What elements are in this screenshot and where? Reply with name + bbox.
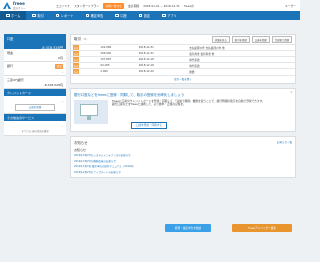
type-tag: 支出 — [72, 45, 80, 50]
promo-card: × 銀行口座などをfreeeに登録・同期して、取引の登録を効率化しましょう fr… — [70, 87, 296, 132]
company-name[interactable]: エコノミナ — [56, 4, 70, 8]
transactions-more-link[interactable]: 取引一覧を開く — [71, 74, 295, 83]
user-menu[interactable]: ユーザー — [285, 4, 300, 8]
mufg-value: -8,318,528円 — [43, 82, 63, 87]
transactions-title: 取引 — [74, 37, 82, 41]
other-body: - すべての口座の残高を確認 — [4, 121, 66, 136]
contact-badge[interactable]: お問い合わせ — [103, 2, 124, 9]
transactions-count: 15 — [83, 38, 87, 41]
fiscal-period[interactable]: 2018-01-01 ~ 2018-12-31 — [143, 4, 180, 8]
advisor-search-button[interactable]: freeeアドバイザー検索 — [232, 224, 292, 232]
credit-card-body: - 口座を登録 — [4, 96, 66, 114]
mufg-label: 三菱UFJ銀行 — [7, 77, 24, 82]
news-item[interactable]: 2019年3月27日 機能改善のお知らせ — [74, 159, 292, 163]
nav-tax[interactable]: 確定申告 — [80, 11, 110, 20]
logo-icon — [3, 2, 11, 9]
fiscal-label: 会計期間 — [127, 3, 140, 8]
top-bar: freee 会計フリー エコノミナ スタンダードプラン お問い合わせ 会計期間 … — [0, 0, 300, 11]
transactions-tools: 詳細を見る 取引を登録 口座を登録 仕訳帳で登録 — [211, 35, 292, 44]
register-sync-button[interactable]: 口座を登録・同期する — [131, 121, 167, 130]
nav-accounts-label: 口座 — [120, 14, 127, 18]
bank-icon — [115, 13, 119, 18]
news-card: お知らせ お知らせ一覧 お知らせ 2019年3月27日 システムメンテナンスのお… — [70, 135, 296, 178]
type-tag: 支出 — [72, 63, 80, 68]
bank-add-tag[interactable]: 追加 — [55, 63, 63, 69]
type-tag: 支出 — [72, 51, 80, 56]
register-account-button[interactable]: 口座を登録 — [251, 35, 270, 44]
plan-name[interactable]: スタンダードプラン — [74, 4, 99, 8]
close-icon[interactable]: × — [290, 90, 293, 94]
accounts-label: 口座 — [7, 37, 14, 41]
nav-home[interactable]: ホーム — [0, 11, 27, 20]
bank-label: 銀行 — [7, 63, 14, 68]
nav-apps-label: アプリ — [167, 14, 177, 18]
news-subtitle: お知らせ — [74, 147, 86, 152]
document-icon — [85, 13, 90, 18]
transactions-card: 取引 15 詳細を見る 取引を登録 口座を登録 仕訳帳で登録 支出 102,98… — [70, 34, 296, 84]
promo-body-text-2: 銀行口座などをfreeeと連携して、より簡単・正確な記帳を。 — [112, 102, 186, 107]
gear-icon — [138, 13, 143, 18]
consult-button[interactable]: 経理・確定申告を相談 — [165, 224, 211, 232]
account-sidebar: 口座 -8,318,528円 現金 0円 銀行 追加 - 三菱UFJ銀行 -8,3… — [4, 34, 66, 136]
main-content: 取引 15 詳細を見る 取引を登録 口座を登録 仕訳帳で登録 支出 102,98… — [70, 34, 296, 178]
promo-title: 銀行口座などをfreeeに登録・同期して、取引の登録を効率化しましょう — [74, 92, 185, 97]
nav-reports-label: レポート — [60, 14, 74, 18]
transactions-header: 取引 15 詳細を見る 取引を登録 口座を登録 仕訳帳で登録 — [71, 35, 295, 44]
nav-home-label: ホーム — [11, 14, 21, 18]
news-item[interactable]: 2019年3月27日 システムメンテナンスのお知らせ — [74, 153, 292, 157]
nav-apps[interactable]: アプリ — [156, 11, 183, 20]
news-item[interactable]: 2019年2月27日 アップデートのお知らせ — [74, 170, 292, 174]
account-credit-card[interactable]: クレジットカード — [4, 89, 66, 96]
logo-subtitle: 会計フリー — [13, 6, 26, 10]
news-title: お知らせ — [74, 140, 88, 145]
nav-settings-label: 設定 — [143, 14, 151, 18]
computer-illustration-icon — [74, 99, 108, 124]
list-icon — [32, 13, 36, 18]
nav-settings[interactable]: 設定 — [133, 11, 156, 20]
logo-text: freee — [13, 0, 25, 6]
account-other[interactable]: その他決済サービス — [4, 114, 66, 121]
credit-card-label: クレジットカード — [7, 90, 32, 95]
account-mufg[interactable]: 三菱UFJ銀行 -8,318,528円 — [4, 76, 66, 89]
credit-card-value: - — [61, 98, 63, 103]
accounts-summary[interactable]: 口座 -8,318,528円 — [4, 34, 66, 50]
type-tag: 支出 — [72, 69, 80, 75]
app-logo[interactable]: freee 会計フリー — [0, 0, 56, 10]
chart-icon — [55, 13, 60, 18]
news-item[interactable]: 2019年3月7日 確定申告の操作マニュアル（2019年） — [74, 164, 292, 168]
home-icon — [6, 13, 10, 18]
transactions-table: 支出 102,989 2018-12-31 支払処理の件 支払処理の件 他 支出… — [71, 44, 295, 75]
apps-icon — [162, 13, 166, 18]
cash-label: 現金 — [7, 50, 14, 55]
detail-button[interactable]: 詳細を見る — [211, 35, 230, 44]
nav-reports[interactable]: レポート — [50, 11, 80, 20]
all-accounts-note[interactable]: すべての口座の残高を確認 — [7, 128, 63, 134]
account-bank[interactable]: 銀行 追加 - — [4, 62, 66, 76]
other-label: その他決済サービス — [7, 115, 35, 120]
news-all-link[interactable]: お知らせ一覧 — [277, 140, 292, 144]
nav-accounts[interactable]: 口座 — [109, 11, 132, 20]
nav-tax-label: 確定申告 — [90, 14, 104, 18]
bank-value: - — [61, 69, 63, 74]
main-nav: ホーム 取引 レポート 確定申告 口座 設定 アプリ — [0, 11, 300, 20]
top-info: エコノミナ スタンダードプラン お問い合わせ 会計期間 2018-01-01 ~… — [56, 2, 194, 9]
journal-button[interactable]: 仕訳帳で登録 — [271, 35, 292, 44]
type-tag: 支出 — [72, 57, 80, 62]
nav-transactions[interactable]: 取引 — [26, 11, 49, 20]
add-account-button[interactable]: 口座を登録 — [15, 103, 55, 111]
account-cash[interactable]: 現金 0円 — [4, 49, 66, 62]
add-transaction-button[interactable]: 取引を登録 — [231, 35, 250, 44]
cash-value: 0円 — [58, 55, 63, 60]
freee-link[interactable]: freeeの — [184, 4, 194, 8]
nav-transactions-label: 取引 — [37, 14, 44, 18]
